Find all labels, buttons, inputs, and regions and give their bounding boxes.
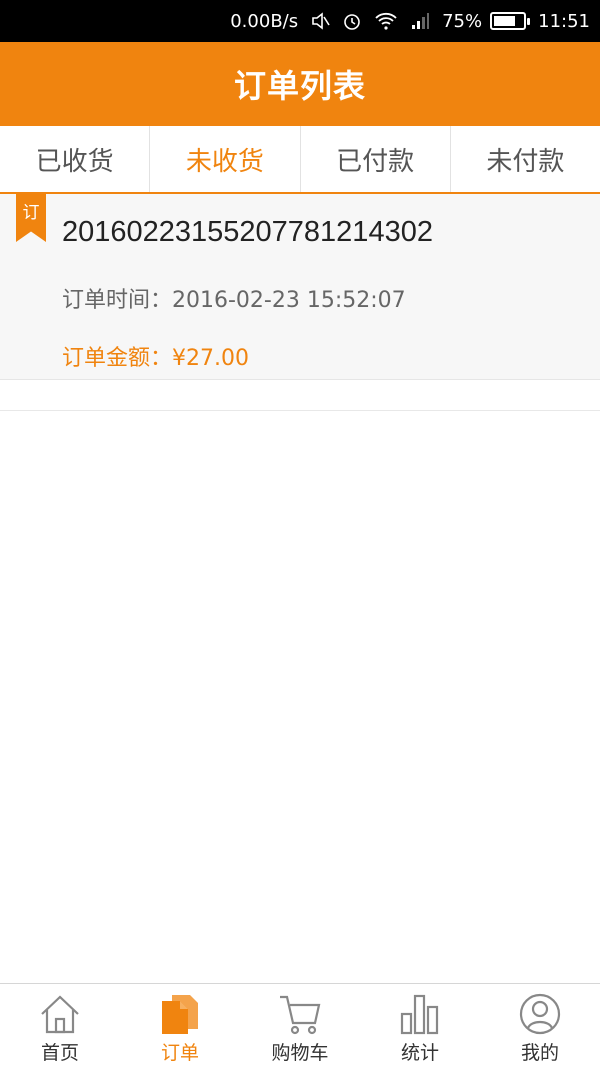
order-status-tabs: 已收货 未收货 已付款 未付款 bbox=[0, 126, 600, 194]
order-time: 订单时间：2016-02-23 15:52:07 bbox=[62, 288, 406, 313]
tab-paid[interactable]: 已付款 bbox=[301, 126, 451, 192]
tab-unpaid[interactable]: 未付款 bbox=[451, 126, 600, 192]
app-header: 订单列表 bbox=[0, 42, 600, 126]
nav-profile[interactable]: 我的 bbox=[480, 984, 600, 1067]
divider bbox=[0, 410, 600, 411]
bar-chart-icon bbox=[400, 994, 439, 1035]
home-icon bbox=[41, 995, 79, 1034]
bottom-navigation: 首页 订单 购物车 统计 我的 bbox=[0, 983, 600, 1067]
order-number: 20160223155207781214302 bbox=[62, 216, 433, 248]
nav-orders[interactable]: 订单 bbox=[120, 984, 240, 1067]
clock: 11:51 bbox=[538, 10, 590, 32]
status-bar: 0.00B/s 75% 11:51 bbox=[0, 0, 600, 42]
nav-cart[interactable]: 购物车 bbox=[240, 984, 360, 1067]
nav-home[interactable]: 首页 bbox=[0, 984, 120, 1067]
tab-received[interactable]: 已收货 bbox=[0, 126, 151, 192]
order-list: 订 20160223155207781214302 订单时间：2016-02-2… bbox=[0, 194, 600, 380]
order-list-item[interactable]: 订 20160223155207781214302 订单时间：2016-02-2… bbox=[0, 194, 600, 380]
signal-icon bbox=[410, 11, 430, 31]
nav-cart-label: 购物车 bbox=[271, 1042, 329, 1064]
nav-profile-label: 我的 bbox=[520, 1042, 559, 1064]
order-amount: 订单金额：¥27.00 bbox=[62, 346, 249, 371]
document-icon bbox=[162, 995, 198, 1034]
nav-orders-label: 订单 bbox=[160, 1042, 199, 1064]
wifi-icon bbox=[374, 11, 398, 31]
nav-statistics-label: 统计 bbox=[400, 1042, 439, 1064]
nav-statistics[interactable]: 统计 bbox=[360, 984, 480, 1067]
order-badge-icon: 订 bbox=[16, 194, 46, 242]
alarm-icon bbox=[342, 11, 362, 31]
page-title: 订单列表 bbox=[233, 67, 366, 105]
battery-icon bbox=[490, 12, 531, 30]
network-speed: 0.00B/s bbox=[230, 10, 299, 32]
battery-percent: 75% bbox=[442, 10, 483, 32]
user-icon bbox=[519, 993, 561, 1035]
tab-not-received[interactable]: 未收货 bbox=[150, 126, 301, 192]
cart-icon bbox=[280, 995, 321, 1035]
nav-home-label: 首页 bbox=[40, 1042, 79, 1064]
mute-icon bbox=[310, 11, 330, 31]
